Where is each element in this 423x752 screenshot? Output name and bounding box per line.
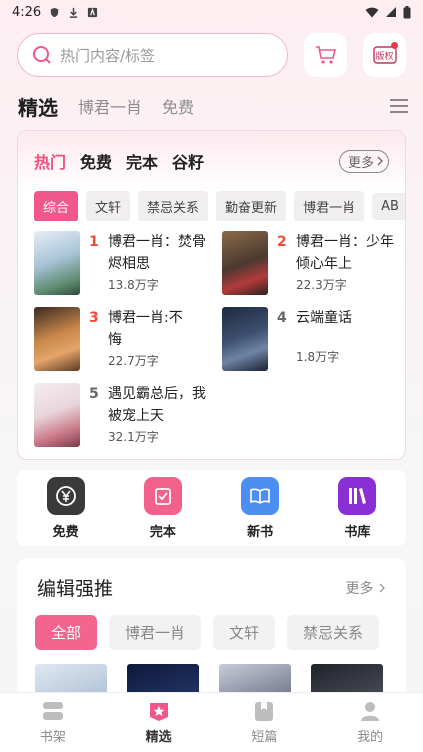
- chevron-right-icon: [377, 156, 383, 166]
- tab-bojun-yixiao[interactable]: 博君一肖: [78, 94, 142, 118]
- top-tabs: 精选 博君一肖 免费: [18, 90, 409, 122]
- chip-wenxuan[interactable]: 文轩: [86, 191, 131, 221]
- book-word-count: 1.8万字: [296, 350, 340, 364]
- nav-short[interactable]: 短篇: [212, 693, 318, 752]
- library-icon: [338, 476, 377, 515]
- book-cover: [222, 231, 268, 295]
- shield-status-icon: [51, 7, 59, 17]
- book-rank: 4: [277, 310, 287, 326]
- book-cover: [34, 231, 80, 295]
- book-title: 博君一肖:不悔: [108, 310, 183, 348]
- quick-link-free[interactable]: 免费: [31, 476, 101, 540]
- book-title: 遇见霸总后，我被宠上天: [108, 386, 206, 424]
- notification-dot: [391, 42, 398, 49]
- quick-link-label: 完本: [149, 524, 176, 540]
- quick-link-new[interactable]: 新书: [225, 476, 295, 540]
- new-book-icon: [241, 476, 280, 515]
- hot-tab-finished[interactable]: 完本: [126, 149, 158, 173]
- quick-link-label: 免费: [52, 524, 79, 540]
- hot-tab-guzi[interactable]: 谷籽: [172, 149, 204, 173]
- nav-label: 书架: [39, 730, 66, 745]
- hot-category-chips: 综合 文轩 禁忌关系 勤奋更新 博君一肖 AB: [18, 191, 405, 221]
- app-status-icon: [88, 7, 98, 17]
- hot-more-label: 更多: [347, 155, 374, 171]
- featured-star-icon: [149, 703, 168, 721]
- download-status-icon: [70, 7, 78, 18]
- book-rank: 5: [89, 386, 99, 402]
- quick-links: 免费 完本 新书 书库: [17, 470, 406, 546]
- editor-more-button[interactable]: 更多: [346, 578, 386, 598]
- editor-picks-title: 编辑强推: [37, 578, 114, 600]
- editor-more-label: 更多: [345, 580, 374, 597]
- book-cover: [222, 307, 268, 371]
- book-word-count: 22.3万字: [296, 278, 347, 292]
- tab-featured[interactable]: 精选: [18, 92, 58, 121]
- nav-featured[interactable]: 精选: [106, 693, 212, 752]
- book-word-count: 13.8万字: [108, 278, 159, 292]
- bottom-nav: 书架 精选 短篇 我的: [0, 692, 423, 752]
- hot-tab-free[interactable]: 免费: [80, 149, 112, 173]
- ranking-item[interactable]: 5 遇见霸总后，我被宠上天 32.1万字: [34, 383, 222, 447]
- ranking-item[interactable]: 2 博君一肖：少年倾心年上 22.3万字: [222, 231, 394, 295]
- chip-taboo[interactable]: 禁忌关系: [138, 191, 209, 221]
- quick-link-library[interactable]: 书库: [322, 476, 392, 540]
- hot-tabs: 热门 免费 完本 谷籽 更多: [18, 131, 405, 191]
- cart-icon: [315, 46, 336, 64]
- ranking-item[interactable]: 4 云端童话 1.8万字: [222, 307, 394, 371]
- hot-more-button[interactable]: 更多: [338, 149, 389, 173]
- editor-chip-wenxuan[interactable]: 文轩: [213, 615, 276, 650]
- quick-link-finished[interactable]: 完本: [128, 476, 198, 540]
- book-rank: 1: [89, 234, 99, 250]
- bookshelf-icon: [42, 702, 63, 720]
- status-bar: 4:26: [0, 0, 423, 24]
- book-rank: 3: [89, 310, 99, 326]
- book-cover: [34, 383, 80, 447]
- ranking-list: 1 博君一肖：焚骨烬相思 13.8万字 2 博君一肖：少年倾心年上 22.3万字…: [34, 231, 394, 447]
- ranking-item[interactable]: 3 博君一肖:不悔 22.7万字: [34, 307, 222, 371]
- finished-icon: [143, 476, 182, 515]
- book-cover: [34, 307, 80, 371]
- editor-category-chips: 全部 博君一肖 文轩 禁忌关系: [17, 601, 406, 650]
- editor-chip-all[interactable]: 全部: [35, 615, 98, 650]
- free-icon: [46, 476, 85, 515]
- book-title: 博君一肖：少年倾心年上: [296, 234, 394, 272]
- search-icon: [33, 46, 51, 64]
- menu-icon[interactable]: [389, 98, 409, 114]
- tab-free[interactable]: 免费: [162, 94, 194, 118]
- top-bar: 热门内容/标签 版权: [17, 33, 406, 77]
- chip-updated[interactable]: 勤奋更新: [216, 191, 287, 221]
- nav-label: 我的: [357, 730, 384, 745]
- status-time: 4:26: [12, 4, 42, 20]
- hot-ranking-card: 热门 免费 完本 谷籽 更多 综合 文轩 禁忌关系 勤奋更新 博君一肖 AB 1…: [17, 130, 406, 460]
- chip-ab[interactable]: AB: [372, 192, 405, 220]
- profile-icon: [361, 702, 380, 721]
- book-word-count: 32.1万字: [108, 430, 159, 444]
- nav-me[interactable]: 我的: [317, 693, 423, 752]
- nav-label: 短篇: [251, 730, 278, 745]
- search-bar[interactable]: 热门内容/标签: [17, 33, 288, 77]
- nav-bookshelf[interactable]: 书架: [0, 693, 106, 752]
- wifi-icon: [365, 7, 379, 17]
- editor-chip-bojun[interactable]: 博君一肖: [109, 615, 202, 650]
- ranking-item[interactable]: 1 博君一肖：焚骨烬相思 13.8万字: [34, 231, 222, 295]
- editor-chip-taboo[interactable]: 禁忌关系: [287, 615, 380, 650]
- book-rank: 2: [277, 234, 287, 250]
- nav-label: 精选: [145, 730, 172, 745]
- quick-link-label: 新书: [247, 524, 274, 540]
- hot-tab-hot[interactable]: 热门: [34, 149, 66, 173]
- battery-icon: [403, 5, 411, 18]
- book-title: 博君一肖：焚骨烬相思: [108, 234, 206, 272]
- signal-icon: [386, 7, 396, 17]
- cart-button[interactable]: [304, 33, 347, 77]
- search-placeholder: 热门内容/标签: [60, 46, 156, 65]
- chip-bojun[interactable]: 博君一肖: [294, 191, 365, 221]
- short-story-icon: [255, 702, 274, 721]
- chip-all[interactable]: 综合: [34, 191, 79, 221]
- quick-link-label: 书库: [344, 524, 371, 540]
- rights-badge-label: 版权: [375, 51, 394, 62]
- book-word-count: 22.7万字: [108, 354, 159, 368]
- chevron-right-icon: [379, 583, 385, 592]
- rights-button[interactable]: 版权: [363, 33, 406, 77]
- book-title: 云端童话: [296, 310, 352, 326]
